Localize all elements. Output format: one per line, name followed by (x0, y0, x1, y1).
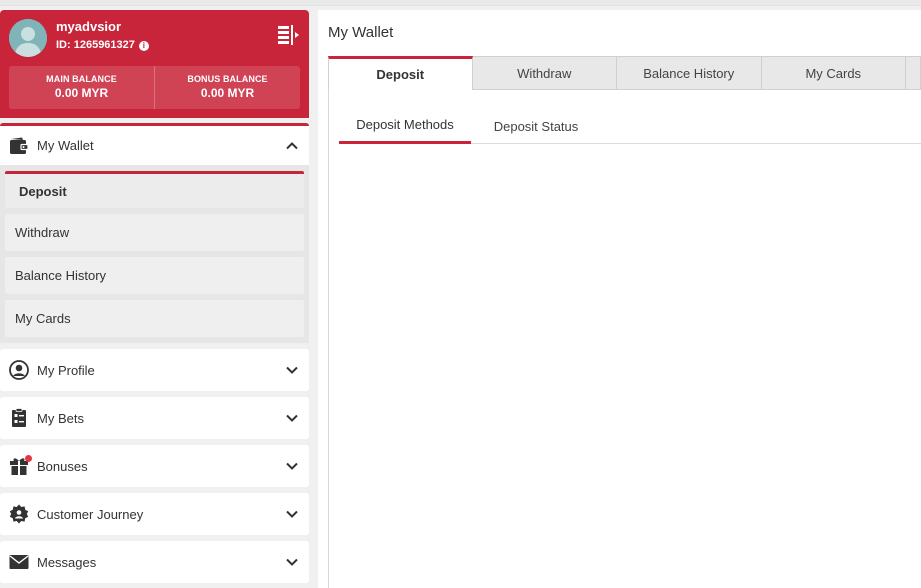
wallet-tabs: Deposit Withdraw Balance History My Card… (328, 56, 921, 90)
page-title: My Wallet (328, 24, 394, 41)
user-circle-icon (8, 359, 30, 381)
chevron-down-icon[interactable] (285, 459, 299, 473)
wallet-menu-group: My Wallet Deposit Withdraw Balance Histo… (0, 123, 309, 343)
journey-badge-icon (8, 503, 30, 525)
username: myadvsior (56, 19, 122, 34)
sidebar-item-messages[interactable]: Messages (0, 541, 309, 583)
balance-panel: MAIN BALANCE 0.00 MYR BONUS BALANCE 0.00… (9, 66, 300, 109)
collapse-sidebar-icon[interactable] (276, 24, 300, 46)
sidebar-item-customer-journey[interactable]: Customer Journey (0, 493, 309, 535)
chevron-down-icon[interactable] (285, 363, 299, 377)
tab-balance-history[interactable]: Balance History (617, 56, 762, 90)
sidebar-item-label: My Bets (37, 410, 84, 426)
main-balance: MAIN BALANCE 0.00 MYR (9, 66, 154, 109)
main-content: My Wallet Deposit Withdraw Balance Histo… (318, 10, 921, 588)
main-balance-value: 0.00 MYR (54, 86, 109, 100)
tab-deposit[interactable]: Deposit (328, 56, 473, 90)
sidebar-item-my-bets[interactable]: My Bets (0, 397, 309, 439)
chevron-down-icon[interactable] (285, 507, 299, 521)
subtab-deposit-methods[interactable]: Deposit Methods (339, 108, 471, 144)
profile-card: myadvsior ID: 1265961327 i MAIN BALANCE 0… (0, 10, 309, 118)
sidebar-item-label: My Wallet (37, 138, 94, 153)
subtab-deposit-status[interactable]: Deposit Status (471, 108, 601, 144)
gift-icon (8, 455, 32, 477)
bonus-balance-value: 0.00 MYR (200, 86, 255, 100)
envelope-icon (8, 551, 30, 573)
chevron-down-icon[interactable] (285, 555, 299, 569)
tab-my-cards[interactable]: My Cards (761, 56, 906, 90)
sidebar-item-label: Customer Journey (37, 506, 144, 522)
top-border (0, 0, 921, 6)
sidebar-item-my-profile[interactable]: My Profile (0, 349, 309, 391)
account-sidebar: myadvsior ID: 1265961327 i MAIN BALANCE 0… (0, 10, 309, 588)
chevron-up-icon[interactable] (285, 139, 299, 153)
wallet-icon (8, 135, 30, 157)
wallet-subitem-withdraw[interactable]: Withdraw (5, 214, 304, 251)
main-balance-label: MAIN BALANCE (46, 74, 117, 84)
deposit-panel: Deposit Methods Deposit Status (328, 90, 921, 588)
bet-slip-icon (8, 407, 30, 429)
tab-overflow (906, 56, 921, 90)
wallet-subitem-balance-history[interactable]: Balance History (5, 257, 304, 294)
tab-withdraw[interactable]: Withdraw (472, 56, 617, 90)
wallet-subitem-my-cards[interactable]: My Cards (5, 300, 304, 337)
deposit-subtabs: Deposit Methods Deposit Status (339, 108, 921, 144)
bonus-balance-label: BONUS BALANCE (187, 74, 268, 84)
info-icon[interactable]: i (138, 41, 149, 51)
wallet-subitem-deposit[interactable]: Deposit (5, 171, 304, 208)
sidebar-item-label: Bonuses (37, 458, 88, 474)
chevron-down-icon[interactable] (285, 411, 299, 425)
user-id: ID: 1265961327 i (56, 39, 149, 51)
sidebar-item-label: Messages (37, 554, 97, 570)
sidebar-item-label: My Profile (37, 362, 95, 378)
avatar[interactable] (9, 19, 47, 57)
user-id-text: ID: 1265961327 (56, 39, 135, 51)
sidebar-item-my-wallet[interactable]: My Wallet (0, 123, 309, 165)
notification-dot (25, 455, 32, 462)
bonus-balance: BONUS BALANCE 0.00 MYR (154, 66, 300, 109)
sidebar-item-bonuses[interactable]: Bonuses (0, 445, 309, 487)
